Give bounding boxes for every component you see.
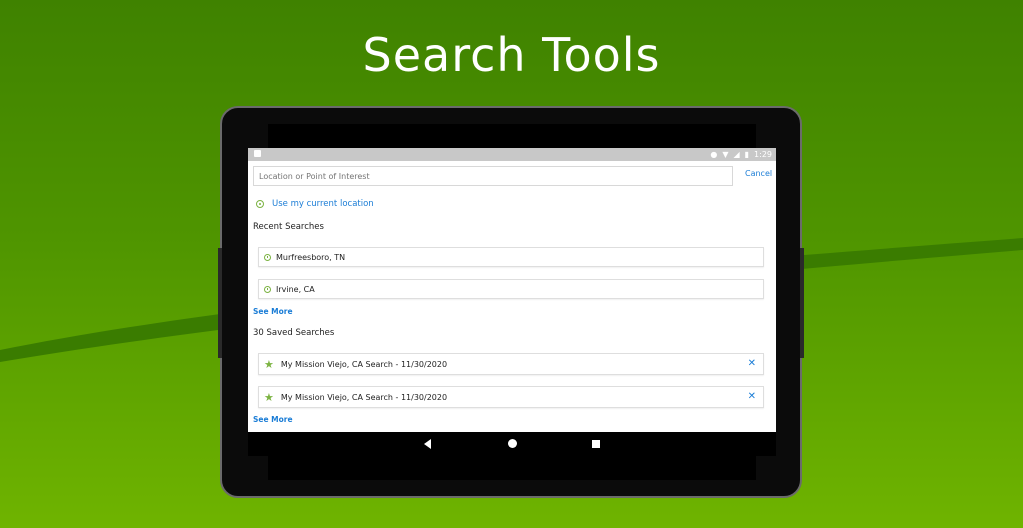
recent-searches-title: Recent Searches — [253, 222, 324, 232]
status-icons: ● ▼ ◢ ▮ 1:29 — [710, 149, 772, 160]
back-triangle-icon[interactable] — [424, 439, 431, 449]
star-icon: ★ — [264, 357, 274, 371]
status-time: 1:29 — [754, 150, 772, 159]
android-nav-bar — [248, 432, 776, 456]
recent-see-more-link[interactable]: See More — [253, 307, 293, 316]
crosshair-icon — [256, 200, 264, 208]
signal-icon: ◢ — [733, 150, 740, 159]
saved-search-item[interactable]: ★ My Mission Viejo, CA Search - 11/30/20… — [258, 353, 764, 375]
close-icon[interactable]: ✕ — [748, 392, 756, 402]
recent-search-item[interactable]: Murfreesboro, TN — [258, 247, 764, 267]
saved-search-item[interactable]: ★ My Mission Viejo, CA Search - 11/30/20… — [258, 386, 764, 408]
clock-icon — [264, 253, 271, 261]
use-current-location-button[interactable]: Use my current location — [256, 199, 374, 209]
app-screen: ● ▼ ◢ ▮ 1:29 Cancel Use my current locat… — [248, 148, 776, 456]
wifi-icon: ▼ — [722, 150, 729, 159]
recent-search-label: Irvine, CA — [276, 284, 315, 294]
star-icon: ★ — [264, 390, 274, 404]
search-input[interactable] — [253, 166, 733, 186]
status-bar: ● ▼ ◢ ▮ 1:29 — [248, 148, 776, 161]
saved-search-label: My Mission Viejo, CA Search - 11/30/2020 — [280, 359, 448, 369]
use-current-location-label: Use my current location — [272, 199, 374, 209]
recent-search-label: Murfreesboro, TN — [276, 252, 346, 262]
recent-search-item[interactable]: Irvine, CA — [258, 279, 764, 299]
notification-icon — [254, 150, 261, 157]
page-headline: Search Tools — [362, 28, 661, 82]
tablet-side-button-left — [218, 248, 222, 358]
home-circle-icon[interactable] — [508, 439, 517, 448]
battery-icon: ▮ — [744, 150, 750, 159]
recents-square-icon[interactable] — [592, 440, 600, 448]
search-row: Cancel — [253, 166, 772, 188]
cancel-button[interactable]: Cancel — [745, 169, 772, 178]
saved-search-label: My Mission Viejo, CA Search - 11/30/2020 — [280, 392, 448, 402]
location-status-icon: ● — [710, 150, 718, 159]
tablet-side-button-right — [800, 248, 804, 358]
close-icon[interactable]: ✕ — [748, 359, 756, 369]
saved-searches-title: 30 Saved Searches — [253, 328, 335, 338]
clock-icon — [264, 285, 271, 293]
saved-see-more-link[interactable]: See More — [253, 415, 293, 424]
